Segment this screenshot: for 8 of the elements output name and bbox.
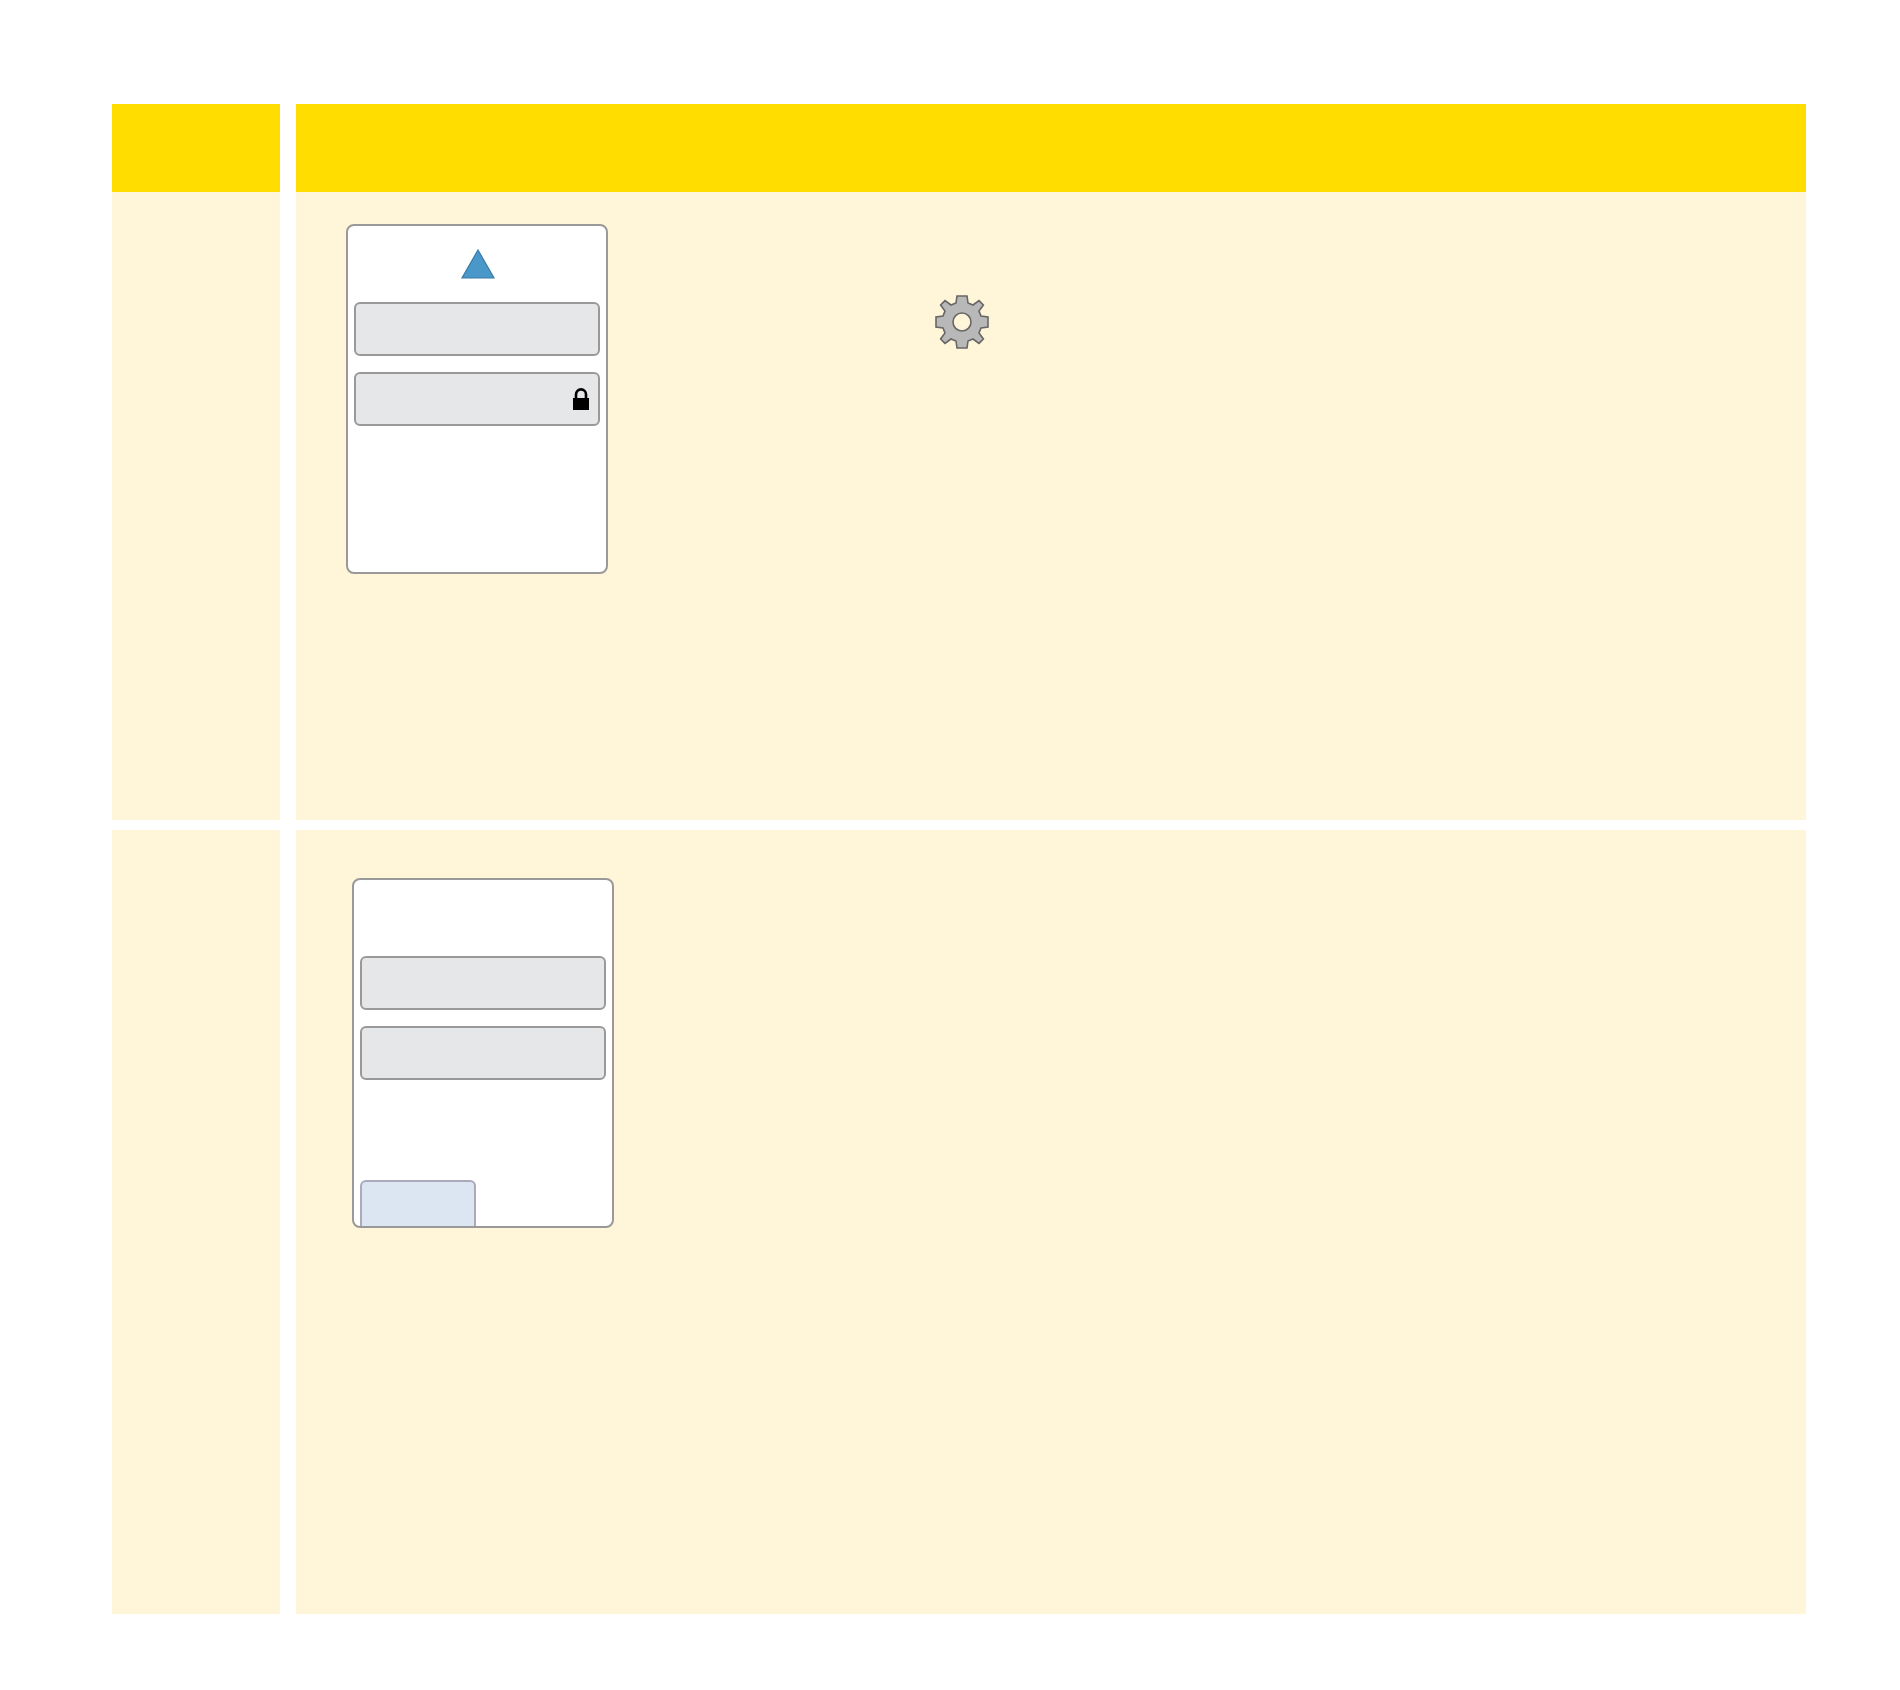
screen-button[interactable] xyxy=(354,302,600,356)
up-arrow-icon[interactable] xyxy=(459,248,495,280)
lock-icon xyxy=(572,388,590,410)
screen-button[interactable] xyxy=(354,372,600,426)
gear-icon xyxy=(934,294,990,350)
screen-button[interactable] xyxy=(360,956,606,1010)
soft-key[interactable] xyxy=(360,1180,476,1226)
screen-button[interactable] xyxy=(360,1026,606,1080)
